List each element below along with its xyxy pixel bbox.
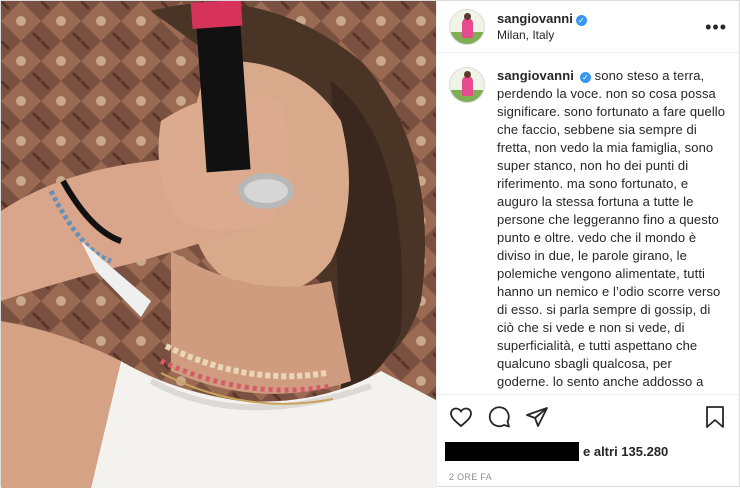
caption-username[interactable]: sangiovanni xyxy=(497,68,574,83)
avatar-figure xyxy=(462,17,473,38)
header-text: sangiovanni ✓ Milan, Italy xyxy=(497,11,587,43)
redacted-liker xyxy=(445,441,579,461)
verified-badge-icon: ✓ xyxy=(579,72,591,83)
header-username[interactable]: sangiovanni xyxy=(497,11,573,26)
verified-badge-icon: ✓ xyxy=(575,14,587,26)
likes-count[interactable]: e altri 135.280 xyxy=(583,444,668,459)
avatar-head xyxy=(464,71,471,78)
post-header: sangiovanni ✓ Milan, Italy ••• xyxy=(437,1,739,53)
action-bar xyxy=(437,394,739,438)
avatar-figure xyxy=(462,76,473,96)
instagram-post: sangiovanni ✓ Milan, Italy ••• sangiovann… xyxy=(0,0,740,488)
more-options-icon[interactable]: ••• xyxy=(705,18,727,36)
location-link[interactable]: Milan, Italy xyxy=(497,27,587,43)
avatar[interactable] xyxy=(449,8,485,45)
caption-avatar[interactable] xyxy=(449,67,485,103)
post-sidebar: sangiovanni ✓ Milan, Italy ••• sangiovann… xyxy=(436,1,739,488)
avatar-head xyxy=(464,12,471,20)
post-timestamp[interactable]: 2 ORE FA xyxy=(437,464,739,488)
comment-icon[interactable] xyxy=(487,405,511,429)
heart-icon[interactable] xyxy=(449,405,473,429)
caption: sangiovanni ✓ sono steso a terra, perdend… xyxy=(497,67,727,394)
post-photo[interactable] xyxy=(1,1,436,488)
bookmark-icon[interactable] xyxy=(703,405,727,429)
photo-illustration xyxy=(1,1,436,488)
share-icon[interactable] xyxy=(525,405,549,429)
caption-area: sangiovanni ✓ sono steso a terra, perdend… xyxy=(437,53,739,394)
caption-text: sono steso a terra, perdendo la voce. no… xyxy=(497,68,726,394)
likes-row: e altri 135.280 xyxy=(437,438,739,464)
